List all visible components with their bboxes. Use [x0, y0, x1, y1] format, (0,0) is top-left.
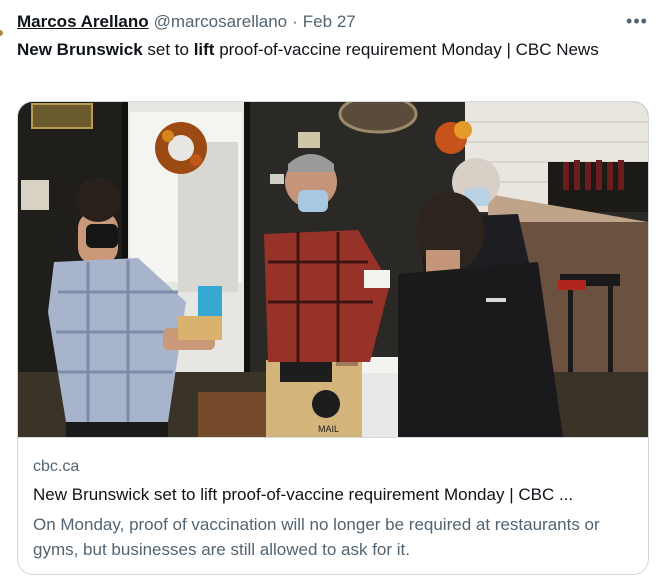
tweet-text-bold-3: lift: [193, 40, 215, 59]
author-handle[interactable]: @marcosarellano: [154, 12, 287, 32]
tweet-timestamp[interactable]: Feb 27: [303, 12, 356, 32]
card-image[interactable]: MAIL: [18, 102, 648, 437]
more-options-button[interactable]: •••: [626, 10, 648, 32]
card-title: New Brunswick set to lift proof-of-vacci…: [33, 485, 574, 504]
card-meta[interactable]: cbc.ca New Brunswick set to lift proof-o…: [18, 437, 648, 574]
link-card[interactable]: MAIL cbc.ca New Brunswick set to lift pr…: [17, 101, 649, 575]
card-domain: cbc.ca: [33, 458, 80, 475]
tweet-header: Marcos Arellano @marcosarellano · Feb 27: [17, 10, 356, 34]
tweet-text-bold-1: New Brunswick: [17, 40, 143, 59]
tweet[interactable]: Marcos Arellano @marcosarellano · Feb 27…: [0, 0, 661, 576]
restaurant-photo: MAIL: [18, 102, 648, 437]
tweet-text-segment-4: proof-of-vaccine requirement Monday | CB…: [214, 40, 599, 59]
author-name[interactable]: Marcos Arellano: [17, 12, 149, 32]
tweet-text: New Brunswick set to lift proof-of-vacci…: [17, 37, 637, 62]
card-description: On Monday, proof of vaccination will no …: [33, 515, 600, 559]
thread-indicator: [0, 30, 3, 36]
mail-sign-text: MAIL: [318, 424, 339, 434]
tweet-text-segment-2: set to: [142, 40, 194, 59]
more-horizontal-icon: •••: [626, 10, 648, 31]
header-separator: ·: [292, 12, 298, 31]
